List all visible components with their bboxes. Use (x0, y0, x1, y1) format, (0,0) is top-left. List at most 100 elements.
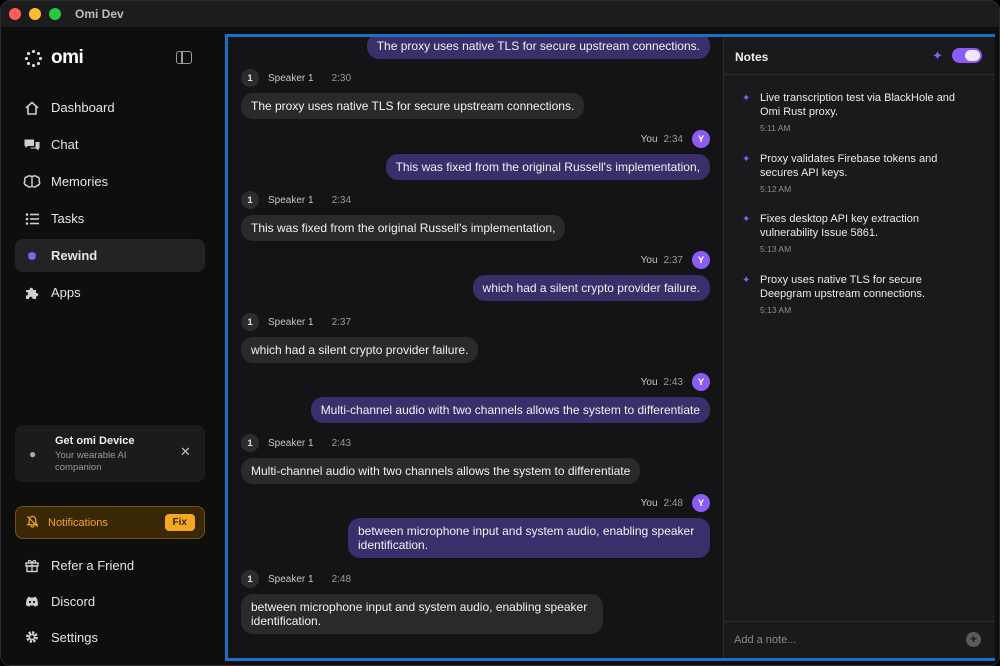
sidebar-item-label: Chat (51, 137, 79, 152)
transcript-message-speaker: 1 Speaker 1 2:48 between microphone inpu… (241, 570, 603, 634)
message-meta: 1 Speaker 1 2:30 (241, 69, 584, 87)
sidebar-item-label: Refer a Friend (51, 557, 135, 573)
note-time: 5:12 AM (760, 184, 792, 194)
zoom-window-button[interactable] (49, 8, 61, 20)
speaker-name: Speaker 1 (268, 573, 314, 585)
message-bubble: Multi-channel audio with two channels al… (310, 397, 710, 423)
fix-notifications-button[interactable]: Fix (164, 514, 195, 531)
sidebar: omi Dashboard Chat Memories Tasks Rewind… (1, 27, 219, 665)
title-bar: Omi Dev (1, 1, 999, 27)
you-avatar: Y (692, 494, 710, 512)
transcript-panel[interactable]: The proxy uses native TLS for secure ups… (228, 37, 723, 658)
sparkle-icon: ✦ (742, 93, 751, 104)
brand-logo: omi (25, 47, 84, 69)
transcript-message-speaker: 1 Speaker 1 2:30 The proxy uses native T… (241, 69, 585, 119)
transcript-message-you: You 2:37 Y which had a silent crypto pro… (472, 251, 710, 301)
discord-icon (23, 592, 41, 610)
brand-name: omi (51, 47, 84, 68)
minimize-window-button[interactable] (29, 8, 41, 20)
tasks-icon (23, 210, 41, 228)
message-bubble: between microphone input and system audi… (241, 594, 603, 634)
message-time: 2:30 (331, 72, 352, 84)
puzzle-icon (23, 284, 41, 302)
sparkle-icon: ✦ (932, 48, 943, 63)
rewind-dot-icon (23, 247, 41, 265)
home-icon (23, 99, 41, 117)
sidebar-bottom-nav: Refer a Friend Discord Settings (15, 549, 205, 657)
message-bubble: between microphone input and system audi… (348, 518, 710, 558)
message-time: 2:37 (663, 254, 683, 266)
notifications-label: Notifications (48, 516, 108, 529)
close-window-button[interactable] (9, 8, 21, 20)
sidebar-item-label: Memories (51, 174, 109, 189)
sidebar-item-chat[interactable]: Chat (15, 128, 205, 161)
note-text: Live transcription test via BlackHole an… (760, 92, 956, 118)
gift-icon (23, 556, 41, 574)
speaker-name: Speaker 1 (268, 437, 314, 449)
speaker-avatar: 1 (241, 313, 259, 331)
sidebar-item-refer[interactable]: Refer a Friend (15, 549, 205, 581)
sparkle-icon: ✦ (742, 275, 751, 286)
add-note-bar: + (724, 621, 995, 658)
speaker-avatar: 1 (241, 434, 259, 452)
transcript-message-you: You 2:48 Y between microphone input and … (348, 494, 710, 558)
speaker-avatar: 1 (241, 570, 259, 588)
note-text: Proxy validates Firebase tokens and secu… (760, 153, 938, 179)
sidebar-item-label: Settings (51, 629, 98, 645)
ai-notes-toggle[interactable] (952, 48, 982, 63)
transcript-message-you: You 2:34 Y This was fixed from the origi… (385, 130, 710, 180)
gear-icon (23, 628, 41, 646)
close-icon[interactable]: ✕ (180, 444, 191, 460)
speaker-avatar: 1 (241, 69, 259, 87)
sidebar-item-dashboard[interactable]: Dashboard (15, 91, 205, 124)
note-time: 5:13 AM (760, 244, 792, 254)
add-note-button[interactable]: + (966, 632, 981, 647)
transcript-message-you: You 2:43 Y Multi-channel audio with two … (310, 373, 710, 423)
message-time: 2:43 (331, 437, 352, 449)
message-meta: You 2:34 Y (386, 130, 710, 148)
sidebar-item-rewind[interactable]: Rewind (15, 239, 205, 272)
sidebar-item-label: Dashboard (51, 100, 115, 115)
message-bubble: This was fixed from the original Russell… (241, 215, 566, 241)
omi-logo-icon (25, 50, 42, 67)
sidebar-item-label: Apps (51, 285, 81, 300)
message-bubble: Multi-channel audio with two channels al… (241, 458, 641, 484)
note-time: 5:13 AM (760, 305, 792, 315)
app-window: Omi Dev omi Dashboard Chat Memories Task… (0, 0, 1000, 666)
message-meta: 1 Speaker 1 2:34 (241, 191, 565, 209)
you-avatar: Y (692, 373, 710, 391)
sidebar-toggle-icon[interactable] (176, 51, 192, 64)
window-title: Omi Dev (75, 7, 124, 21)
notifications-banner[interactable]: Notifications Fix (15, 506, 205, 539)
message-meta: 1 Speaker 1 2:37 (241, 313, 478, 331)
brain-icon (23, 173, 41, 191)
note-time: 5:11 AM (760, 123, 791, 133)
bell-off-icon (26, 515, 39, 531)
message-meta: 1 Speaker 1 2:43 (241, 434, 640, 452)
sidebar-item-label: Rewind (51, 248, 98, 263)
notes-title: Notes (735, 50, 769, 64)
sidebar-item-memories[interactable]: Memories (15, 165, 205, 198)
sidebar-item-tasks[interactable]: Tasks (15, 202, 205, 235)
message-bubble: The proxy uses native TLS for secure ups… (366, 37, 710, 59)
you-label: You (640, 376, 658, 388)
rewind-main-panel: The proxy uses native TLS for secure ups… (225, 34, 995, 661)
message-time: 2:34 (663, 133, 683, 145)
message-time: 2:48 (663, 497, 683, 509)
message-bubble: which had a silent crypto provider failu… (472, 275, 710, 301)
sidebar-item-settings[interactable]: Settings (15, 621, 205, 653)
sparkle-icon: ✦ (742, 154, 751, 165)
message-bubble: which had a silent crypto provider failu… (241, 337, 479, 363)
message-meta: You 2:37 Y (473, 251, 710, 269)
message-time: 2:37 (331, 316, 352, 328)
you-avatar: Y (692, 251, 710, 269)
message-time: 2:43 (663, 376, 683, 388)
transcript-message-speaker: 1 Speaker 1 2:34 This was fixed from the… (241, 191, 566, 241)
message-meta: 1 Speaker 1 2:48 (241, 570, 603, 588)
sidebar-item-apps[interactable]: Apps (15, 276, 205, 309)
chat-icon (23, 136, 41, 154)
add-note-input[interactable] (734, 631, 954, 649)
device-promo-card[interactable]: ● Get omi Device Your wearable AI compan… (15, 425, 205, 482)
sidebar-item-discord[interactable]: Discord (15, 585, 205, 617)
message-meta: You 2:48 Y (348, 494, 710, 512)
